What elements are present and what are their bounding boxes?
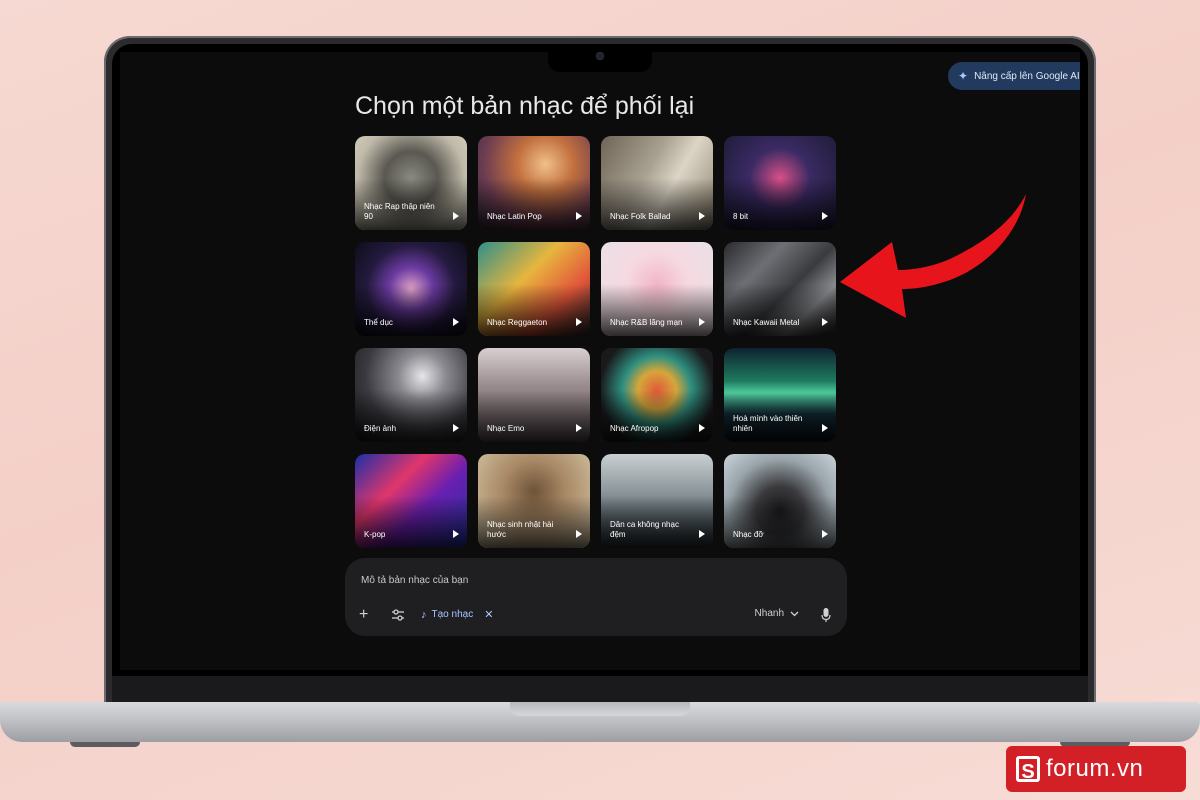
track-card[interactable]: Nhạc Afropop [601,348,713,442]
play-icon[interactable] [453,318,459,326]
card-label: 8 bit [733,212,749,221]
trackpad-notch [510,702,690,716]
play-icon[interactable] [576,424,582,432]
card-label: Thể dục [364,318,393,327]
card-label: K-pop [364,530,386,539]
card-label: Nhạc Reggaeton [487,318,548,327]
play-icon[interactable] [453,212,459,220]
track-card[interactable]: Nhạc Latin Pop [478,136,590,230]
card-shade [601,390,713,442]
play-icon[interactable] [822,424,828,432]
card-label: Nhạc R&B lãng mạn [610,318,683,327]
upgrade-label: Nâng cấp lên Google AI [974,70,1080,82]
screen: ✦ Nâng cấp lên Google AI Chọn một bản nh… [120,52,1080,670]
card-label: Nhạc Afropop [610,424,659,433]
screen-chin [112,676,1088,702]
track-card[interactable]: Nhạc Reggaeton [478,242,590,336]
play-icon[interactable] [453,530,459,538]
sforum-logo: S [1016,756,1040,783]
play-icon[interactable] [576,318,582,326]
create-music-chip[interactable]: ♪ Tạo nhạc ✕ [421,608,493,622]
card-label: Nhạc Emo [487,424,525,433]
card-shade [478,284,590,336]
card-label: Nhạc Kawaii Metal [733,318,800,327]
card-shade [601,284,713,336]
card-shade [478,178,590,230]
close-icon[interactable]: ✕ [484,608,493,621]
laptop-foot [70,742,140,747]
camera-icon [596,52,604,60]
play-icon[interactable] [699,424,705,432]
card-label: Nhạc Folk Ballad [610,212,671,221]
card-shade [724,496,836,548]
track-grid: Nhạc Rap thập niên 90 Nhạc Latin Pop Nhạc … [355,136,837,548]
play-icon[interactable] [699,212,705,220]
prompt-box: Mô tả bản nhạc của bạn + ♪ Tạo nhạc ✕ Nh… [345,558,847,636]
track-card[interactable]: Nhạc đỡ [724,454,836,548]
track-card[interactable]: Nhạc Folk Ballad [601,136,713,230]
track-card[interactable]: Hoà mình vào thiên nhiên [724,348,836,442]
upgrade-google-ai-button[interactable]: ✦ Nâng cấp lên Google AI [948,62,1080,90]
track-card[interactable]: K-pop [355,454,467,548]
play-icon[interactable] [453,424,459,432]
chip-label: Tạo nhạc [431,609,474,620]
card-label: Nhạc Latin Pop [487,212,542,221]
track-card[interactable]: Điện ảnh [355,348,467,442]
card-label: Nhạc đỡ [733,530,764,539]
card-label: Nhạc sinh nhật hài hước [487,520,554,539]
speed-label: Nhanh [754,608,784,619]
track-card[interactable]: Nhạc R&B lãng mạn [601,242,713,336]
track-card[interactable]: Nhạc Emo [478,348,590,442]
red-arrow-icon [840,194,1026,318]
track-card[interactable]: Dân ca không nhạc đệm [601,454,713,548]
card-label: Hoà mình vào thiên nhiên [733,414,803,433]
card-shade [601,178,713,230]
track-card[interactable]: Nhạc Kawaii Metal [724,242,836,336]
card-shade [355,496,467,548]
track-card[interactable]: 8 bit [724,136,836,230]
speed-selector[interactable]: Nhanh [755,608,799,619]
card-shade [724,284,836,336]
play-icon[interactable] [822,212,828,220]
play-icon[interactable] [576,530,582,538]
forum-vn-watermark: S forum.vn [1006,746,1186,792]
play-icon[interactable] [822,318,828,326]
play-icon[interactable] [699,530,705,538]
prompt-toolbar: + ♪ Tạo nhạc ✕ Nhanh [345,606,847,626]
prompt-input[interactable]: Mô tả bản nhạc của bạn [361,575,468,586]
track-card[interactable]: Nhạc sinh nhật hài hước [478,454,590,548]
play-icon[interactable] [822,530,828,538]
card-shade [355,284,467,336]
card-shade [478,390,590,442]
sparkle-icon: ✦ [958,69,969,83]
play-icon[interactable] [576,212,582,220]
brand-name: forum.vn [1046,755,1144,782]
microphone-icon[interactable] [821,607,831,628]
card-shade [724,178,836,230]
add-icon[interactable]: + [359,606,368,624]
card-label: Dân ca không nhạc đệm [610,520,679,539]
card-label: Nhạc Rap thập niên 90 [364,202,435,221]
card-label: Điện ảnh [364,424,397,433]
music-note-icon: ♪ [421,608,427,621]
play-icon[interactable] [699,318,705,326]
tools-icon[interactable] [391,608,405,627]
chevron-down-icon [790,611,799,616]
page-title: Chọn một bản nhạc để phối lại [355,92,695,120]
track-card[interactable]: Thể dục [355,242,467,336]
track-card[interactable]: Nhạc Rap thập niên 90 [355,136,467,230]
card-shade [355,390,467,442]
